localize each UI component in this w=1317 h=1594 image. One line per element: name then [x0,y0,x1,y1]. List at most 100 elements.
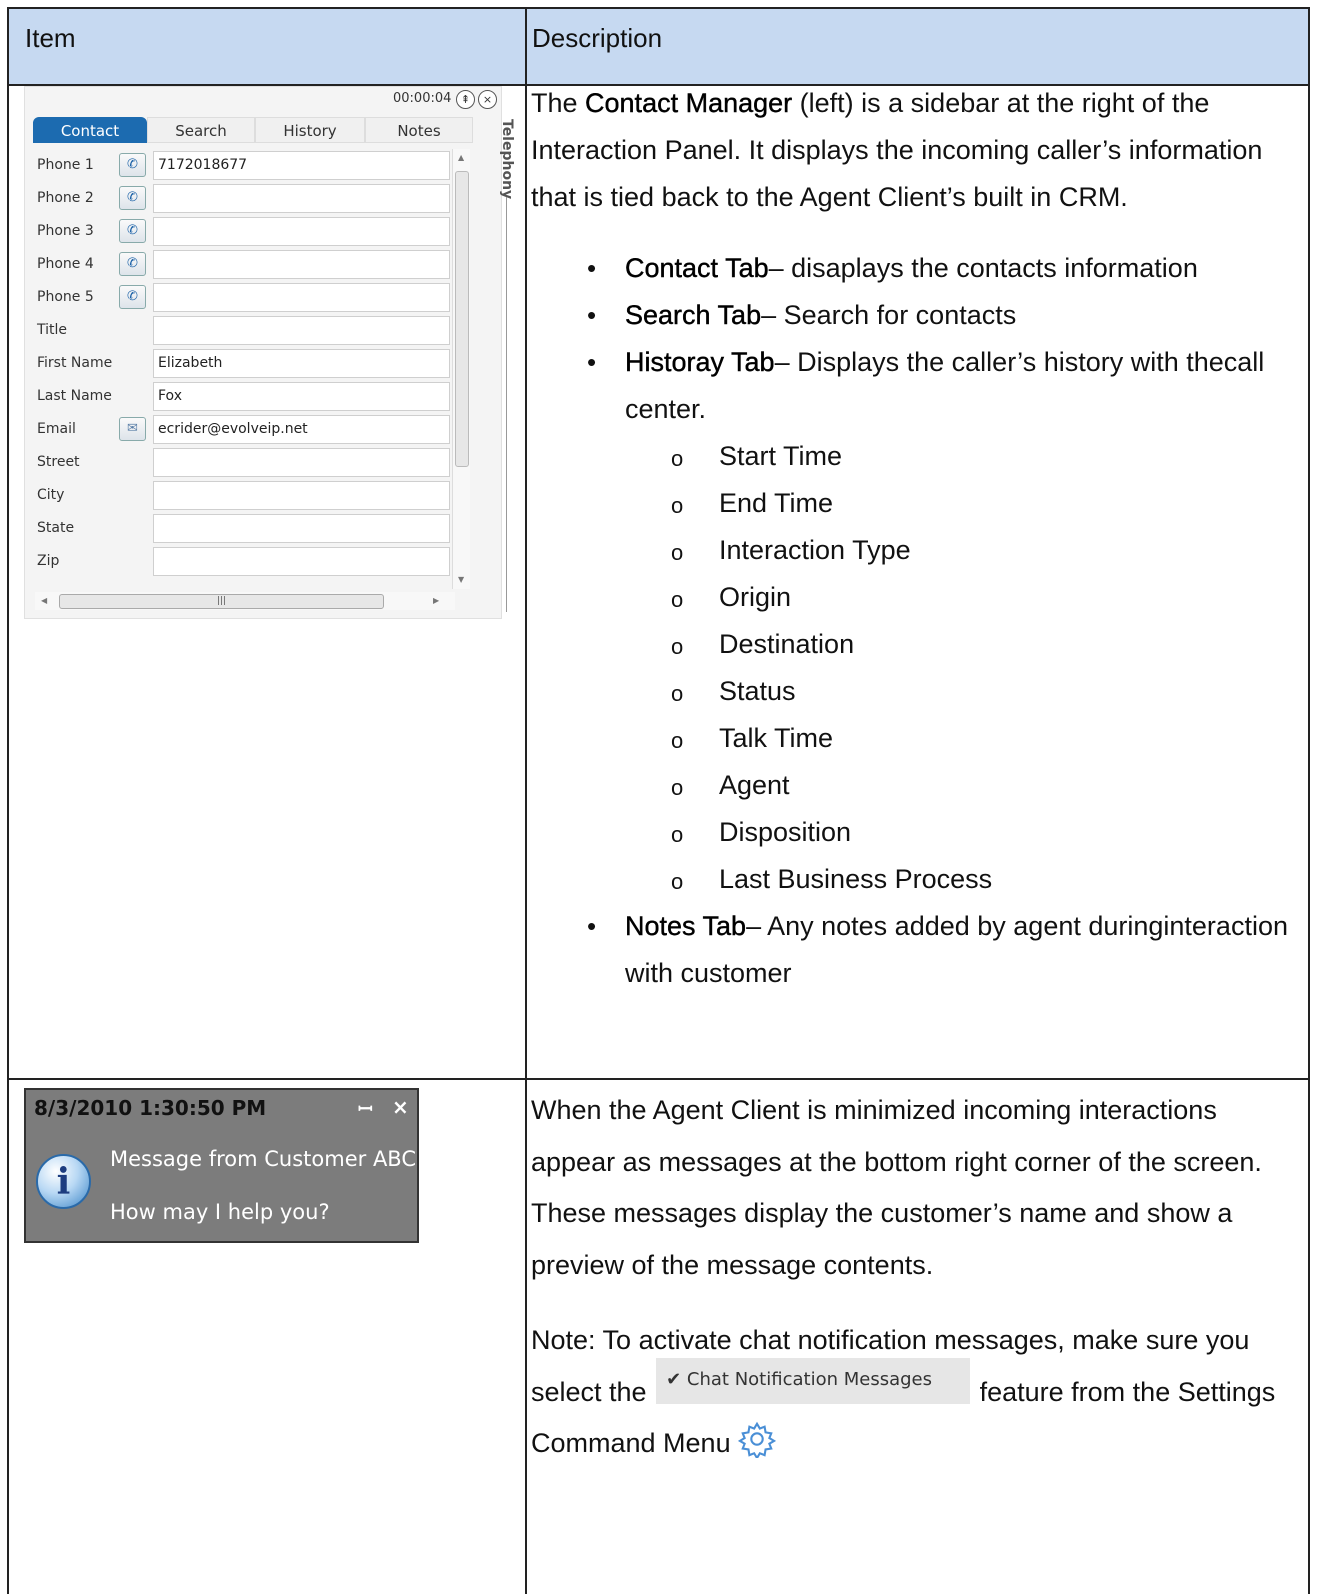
city-field[interactable] [153,481,450,510]
bullet-bold: Contact Tab [625,253,769,283]
phone-2-field[interactable] [153,184,450,213]
list-item: Origin [625,574,1291,623]
intro-paragraph: The Contact Manager (left) is a sidebar … [531,80,1291,221]
state-row: State [37,514,455,544]
list-item: Talk Time [625,715,1291,764]
check-icon: ✔ [666,1369,682,1391]
phone-1-field[interactable]: 7172018677 [153,151,450,180]
bullet-text: – Search for contacts [761,300,1017,330]
email-field[interactable]: ecrider@evolveip.net [153,415,450,444]
pin-icon[interactable]: ⇞ [456,90,475,109]
title-field[interactable] [153,316,450,345]
email-icon[interactable]: ✉ [119,417,146,441]
row2-description: When the Agent Client is minimized incom… [531,1085,1291,1470]
first-name-field[interactable]: Elizabeth [153,349,450,378]
phone-1-row: Phone 1 ✆ 7172018677 [37,151,455,181]
table-header-row: Item Description [9,9,1308,86]
last-name-field[interactable]: Fox [153,382,450,411]
side-tab-divider [506,197,507,612]
title-row: Title [37,316,455,346]
last-name-row: Last Name Fox [37,382,455,412]
field-label: City [37,487,65,503]
list-item: Last Business Process [625,856,1291,905]
notification-datetime: 8/3/2010 1:30:50 PM [34,1096,267,1120]
field-label: Phone 2 [37,190,94,206]
pin-icon[interactable]: ꟷ [358,1097,373,1121]
tab-notes[interactable]: Notes [365,117,473,143]
contact-manager-panel: 00:00:04 ⇞ × Contact Search History Note… [24,86,515,619]
field-label: Email [37,421,76,437]
column-divider [525,9,527,1594]
list-item: Status [625,668,1291,717]
phone-icon[interactable]: ✆ [119,153,146,177]
horizontal-scrollbar[interactable]: ◀ ||| ▶ [35,592,455,610]
field-label: Last Name [37,388,112,404]
intro-bold: Contact Manager [585,88,793,118]
scroll-up-icon[interactable]: ▲ [458,153,464,162]
phone-3-row: Phone 3 ✆ [37,217,455,247]
phone-icon[interactable]: ✆ [119,186,146,210]
zip-row: Zip [37,547,455,577]
phone-icon[interactable]: ✆ [119,285,146,309]
notification-message: How may I help you? [110,1200,330,1224]
bullet-bold: Search Tab [625,300,762,330]
list-item: Notes Tab– Any notes added by agent duri… [531,903,1291,997]
list-item: Contact Tab– disaplays the contacts info… [531,245,1291,292]
note-paragraph: Note: To activate chat notification mess… [531,1315,1291,1470]
telephony-side-tab[interactable]: Telephony [499,119,515,199]
list-item: Search Tab– Search for contacts [531,292,1291,339]
list-item: Historay Tab– Displays the caller’s hist… [531,339,1291,905]
phone-4-row: Phone 4 ✆ [37,250,455,280]
field-label: Title [37,322,68,338]
header-description: Description [532,23,663,53]
phone-3-field[interactable] [153,217,450,246]
scroll-down-icon[interactable]: ▼ [458,575,464,584]
gear-icon [738,1421,777,1458]
field-label: First Name [37,355,113,371]
list-item: Disposition [625,809,1291,858]
field-label: Phone 5 [37,289,94,305]
zip-field[interactable] [153,547,450,576]
menu-item-label: Chat Notification Messages [686,1369,932,1391]
scroll-thumb[interactable]: ||| [59,594,384,609]
notification-paragraph: When the Agent Client is minimized incom… [531,1095,1262,1280]
street-row: Street [37,448,455,478]
info-icon: i [36,1154,91,1209]
field-label: Street [37,454,80,470]
call-timer: 00:00:04 [393,91,452,106]
tab-history[interactable]: History [255,117,365,143]
tab-list: Contact Tab– disaplays the contacts info… [531,245,1291,997]
close-icon[interactable]: × [478,90,497,109]
scroll-right-icon[interactable]: ▶ [433,596,439,605]
tab-contact[interactable]: Contact [33,117,147,143]
email-row: Email ✉ ecrider@evolveip.net [37,415,455,445]
scroll-left-icon[interactable]: ◀ [41,596,47,605]
field-label: Phone 4 [37,256,94,272]
row1-description: The Contact Manager (left) is a sidebar … [531,80,1291,997]
phone-5-row: Phone 5 ✆ [37,283,455,313]
phone-5-field[interactable] [153,283,450,312]
row-separator [9,1078,1308,1080]
street-field[interactable] [153,448,450,477]
bullet-bold: Historay Tab [625,347,775,377]
contact-tabs: Contact Search History Notes [33,117,473,143]
list-item: Interaction Type [625,527,1291,576]
vertical-scrollbar[interactable]: ▲ ▼ [452,149,470,589]
state-field[interactable] [153,514,450,543]
phone-icon[interactable]: ✆ [119,219,146,243]
chat-notification-popup[interactable]: 8/3/2010 1:30:50 PM ꟷ × i Message from C… [24,1088,419,1243]
list-item: Agent [625,762,1291,811]
phone-4-field[interactable] [153,250,450,279]
list-item: Start Time [625,433,1291,482]
close-icon[interactable]: × [392,1095,409,1119]
tab-search[interactable]: Search [147,117,255,143]
phone-2-row: Phone 2 ✆ [37,184,455,214]
field-label: Phone 1 [37,157,94,173]
phone-icon[interactable]: ✆ [119,252,146,276]
bullet-bold: Notes Tab [625,911,747,941]
scroll-thumb[interactable] [455,171,469,467]
field-label: Phone 3 [37,223,94,239]
list-item: End Time [625,480,1291,529]
header-item: Item [25,23,76,53]
chat-notification-menu-item[interactable]: ✔ Chat Notification Messages [656,1358,971,1405]
